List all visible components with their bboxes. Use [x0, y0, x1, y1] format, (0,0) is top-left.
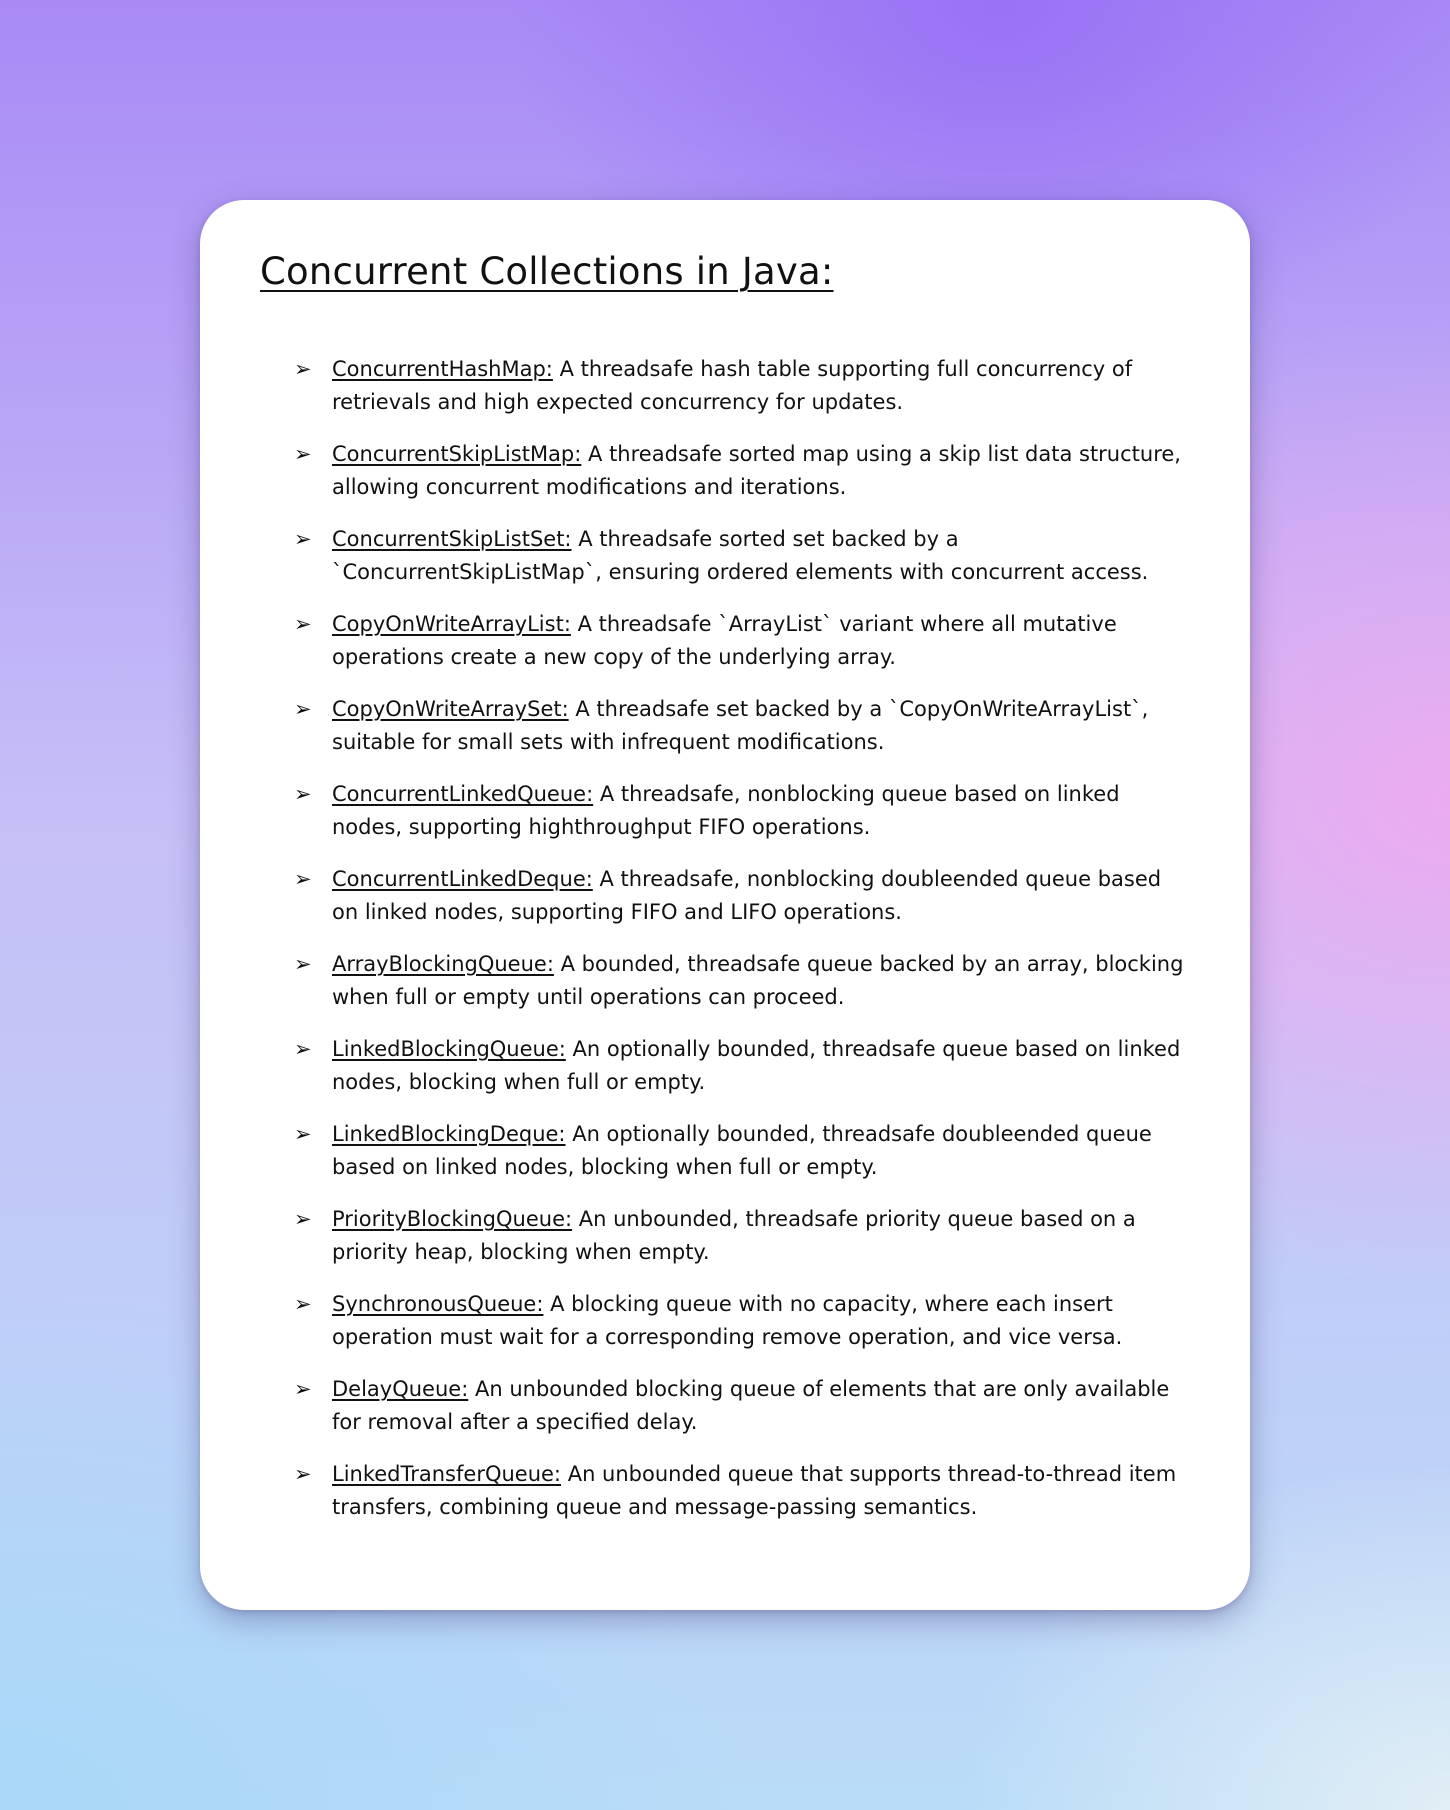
list-item: ➢ ConcurrentSkipListSet: A threadsafe sor…	[260, 523, 1192, 589]
item-text: ConcurrentHashMap: A threadsafe hash tab…	[332, 353, 1192, 419]
item-text: CopyOnWriteArrayList: A threadsafe `Arra…	[332, 608, 1192, 674]
arrow-bullet-icon: ➢	[294, 867, 312, 891]
arrow-bullet-icon: ➢	[294, 527, 312, 551]
item-term: ConcurrentHashMap:	[332, 357, 553, 381]
list-item: ➢ LinkedBlockingDeque: An optionally boun…	[260, 1118, 1192, 1184]
item-term: ArrayBlockingQueue:	[332, 952, 554, 976]
item-text: ConcurrentSkipListSet: A threadsafe sort…	[332, 523, 1192, 589]
item-text: ConcurrentSkipListMap: A threadsafe sort…	[332, 438, 1192, 504]
item-term: CopyOnWriteArrayList:	[332, 612, 571, 636]
list-item: ➢ DelayQueue: An unbounded blocking queue…	[260, 1373, 1192, 1439]
arrow-bullet-icon: ➢	[294, 1462, 312, 1486]
item-term: LinkedBlockingDeque:	[332, 1122, 566, 1146]
item-text: ConcurrentLinkedQueue: A threadsafe, non…	[332, 778, 1192, 844]
item-term: LinkedBlockingQueue:	[332, 1037, 566, 1061]
arrow-bullet-icon: ➢	[294, 697, 312, 721]
item-text: DelayQueue: An unbounded blocking queue …	[332, 1373, 1192, 1439]
arrow-bullet-icon: ➢	[294, 1037, 312, 1061]
item-text: ArrayBlockingQueue: A bounded, threadsaf…	[332, 948, 1192, 1014]
item-text: LinkedBlockingDeque: An optionally bound…	[332, 1118, 1192, 1184]
item-term: ConcurrentSkipListSet:	[332, 527, 572, 551]
arrow-bullet-icon: ➢	[294, 1377, 312, 1401]
item-text: LinkedBlockingQueue: An optionally bound…	[332, 1033, 1192, 1099]
arrow-bullet-icon: ➢	[294, 1207, 312, 1231]
item-text: SynchronousQueue: A blocking queue with …	[332, 1288, 1192, 1354]
item-text: CopyOnWriteArraySet: A threadsafe set ba…	[332, 693, 1192, 759]
item-term: LinkedTransferQueue:	[332, 1462, 562, 1486]
arrow-bullet-icon: ➢	[294, 612, 312, 636]
item-text: LinkedTransferQueue: An unbounded queue …	[332, 1458, 1192, 1524]
list-item: ➢ ConcurrentLinkedQueue: A threadsafe, no…	[260, 778, 1192, 844]
collections-list: ➢ ConcurrentHashMap: A threadsafe hash ta…	[260, 353, 1192, 1524]
arrow-bullet-icon: ➢	[294, 782, 312, 806]
list-item: ➢ ConcurrentHashMap: A threadsafe hash ta…	[260, 353, 1192, 419]
item-term: ConcurrentSkipListMap:	[332, 442, 582, 466]
content-card: Concurrent Collections in Java: ➢ Concurr…	[200, 200, 1250, 1610]
arrow-bullet-icon: ➢	[294, 442, 312, 466]
list-item: ➢ ArrayBlockingQueue: A bounded, threadsa…	[260, 948, 1192, 1014]
item-term: SynchronousQueue:	[332, 1292, 544, 1316]
arrow-bullet-icon: ➢	[294, 1292, 312, 1316]
list-item: ➢ ConcurrentLinkedDeque: A threadsafe, no…	[260, 863, 1192, 929]
item-term: ConcurrentLinkedDeque:	[332, 867, 593, 891]
item-term: PriorityBlockingQueue:	[332, 1207, 573, 1231]
arrow-bullet-icon: ➢	[294, 357, 312, 381]
item-term: CopyOnWriteArraySet:	[332, 697, 569, 721]
list-item: ➢ CopyOnWriteArraySet: A threadsafe set b…	[260, 693, 1192, 759]
item-term: DelayQueue:	[332, 1377, 469, 1401]
list-item: ➢ ConcurrentSkipListMap: A threadsafe sor…	[260, 438, 1192, 504]
item-text: PriorityBlockingQueue: An unbounded, thr…	[332, 1203, 1192, 1269]
arrow-bullet-icon: ➢	[294, 1122, 312, 1146]
arrow-bullet-icon: ➢	[294, 952, 312, 976]
item-text: ConcurrentLinkedDeque: A threadsafe, non…	[332, 863, 1192, 929]
list-item: ➢ LinkedBlockingQueue: An optionally boun…	[260, 1033, 1192, 1099]
list-item: ➢ SynchronousQueue: A blocking queue with…	[260, 1288, 1192, 1354]
page-title: Concurrent Collections in Java:	[260, 250, 834, 293]
list-item: ➢ PriorityBlockingQueue: An unbounded, th…	[260, 1203, 1192, 1269]
list-item: ➢ LinkedTransferQueue: An unbounded queue…	[260, 1458, 1192, 1524]
item-term: ConcurrentLinkedQueue:	[332, 782, 594, 806]
list-item: ➢ CopyOnWriteArrayList: A threadsafe `Arr…	[260, 608, 1192, 674]
